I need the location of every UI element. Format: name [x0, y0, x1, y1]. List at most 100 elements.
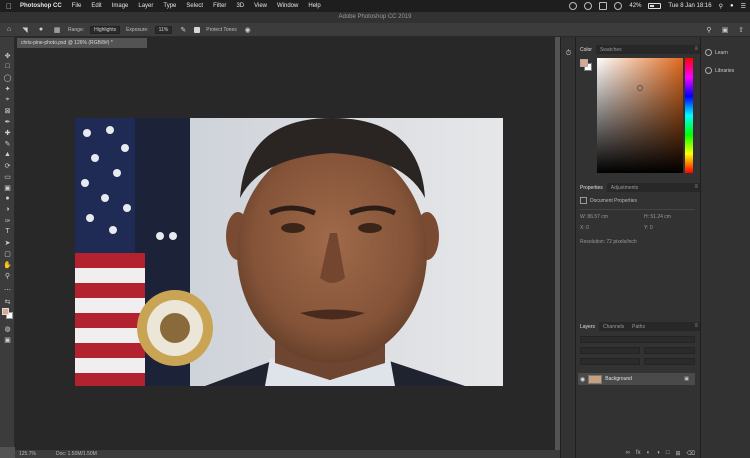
- share-icon[interactable]: ⇧: [736, 25, 746, 35]
- tab-swatches[interactable]: Swatches: [596, 45, 626, 54]
- height-value[interactable]: H: 51.24 cm: [644, 214, 671, 220]
- lasso-tool-icon[interactable]: ◯: [3, 73, 12, 82]
- x-value[interactable]: X: 0: [580, 225, 589, 231]
- crop-tool-icon[interactable]: ⌖: [3, 95, 12, 104]
- menu-window[interactable]: Window: [277, 3, 298, 9]
- tab-channels[interactable]: Channels: [599, 322, 628, 331]
- tab-properties[interactable]: Properties: [576, 183, 607, 192]
- screen-mode-icon[interactable]: ▣: [3, 335, 12, 344]
- search-icon[interactable]: ⚲: [704, 25, 714, 35]
- battery-icon[interactable]: [648, 3, 662, 9]
- tab-layers[interactable]: Layers: [576, 322, 600, 331]
- color-picker-field[interactable]: [597, 58, 683, 173]
- zoom-tool-icon[interactable]: ⚲: [3, 271, 12, 280]
- frame-tool-icon[interactable]: ⊠: [3, 106, 12, 115]
- history-panel-icon[interactable]: ⏱: [564, 49, 573, 58]
- range-select[interactable]: Highlights: [90, 25, 121, 34]
- eye-icon[interactable]: ◉: [580, 376, 585, 383]
- quick-mask-icon[interactable]: ◍: [3, 324, 12, 333]
- learn-panel-button[interactable]: Learn: [705, 49, 728, 56]
- menu-edit[interactable]: Edit: [91, 3, 101, 9]
- lock-icon[interactable]: ▣: [684, 376, 689, 382]
- workspace-icon[interactable]: ▣: [720, 25, 730, 35]
- menu-layer[interactable]: Layer: [138, 3, 153, 9]
- sync-icon[interactable]: [584, 2, 593, 10]
- history-brush-tool-icon[interactable]: ⟳: [3, 161, 12, 170]
- menu-3d[interactable]: 3D: [236, 3, 244, 9]
- pen-tool-icon[interactable]: ✑: [3, 216, 12, 225]
- pressure-icon[interactable]: ◉: [243, 25, 253, 35]
- more-tools-icon[interactable]: ⋯: [3, 285, 12, 294]
- search-icon[interactable]: ⚲: [719, 3, 723, 10]
- y-value[interactable]: Y: 0: [644, 225, 653, 231]
- layer-row-background[interactable]: ◉ Background ▣: [578, 373, 695, 385]
- swap-colors-icon[interactable]: ⇆: [3, 297, 12, 306]
- hand-tool-icon[interactable]: ✋: [3, 260, 12, 269]
- eyedropper-tool-icon[interactable]: ✒: [3, 117, 12, 126]
- exposure-input[interactable]: 11%: [154, 25, 173, 34]
- menu-help[interactable]: Help: [308, 3, 320, 9]
- color-foreground-swatch[interactable]: [580, 59, 588, 67]
- new-group-icon[interactable]: □: [666, 450, 670, 456]
- menu-type[interactable]: Type: [163, 3, 176, 9]
- fill-input[interactable]: [644, 358, 695, 365]
- clone-stamp-tool-icon[interactable]: ▲: [3, 150, 12, 159]
- menu-file[interactable]: File: [72, 3, 82, 9]
- document-canvas[interactable]: [75, 118, 503, 386]
- path-selection-tool-icon[interactable]: ➤: [3, 238, 12, 247]
- menu-app[interactable]: Photoshop CC: [20, 3, 62, 9]
- menu-image[interactable]: Image: [112, 3, 129, 9]
- menu-select[interactable]: Select: [186, 3, 203, 9]
- document-tab[interactable]: chris-pine-photo.psd @ 126% (RGB/8#) *: [17, 38, 147, 48]
- lock-row[interactable]: [580, 358, 640, 365]
- document-size[interactable]: Doc: 1.50M/1.50M: [56, 451, 97, 457]
- brush-settings-icon[interactable]: ▦: [52, 25, 62, 35]
- dodge-tool-preset-icon[interactable]: ◥: [20, 25, 30, 35]
- foreground-color-swatch[interactable]: [2, 308, 9, 315]
- document-icon: [580, 197, 587, 204]
- adjustment-layer-icon[interactable]: ◑: [656, 450, 660, 456]
- libraries-icon: [705, 67, 712, 74]
- protect-tones-checkbox[interactable]: [194, 26, 201, 33]
- healing-brush-tool-icon[interactable]: ✚: [3, 128, 12, 137]
- apple-icon[interactable]: : [4, 1, 14, 11]
- delete-layer-icon[interactable]: ⌫: [687, 450, 695, 457]
- libraries-panel-button[interactable]: Libraries: [705, 67, 734, 74]
- layer-filter-row[interactable]: [580, 336, 695, 343]
- layer-style-icon[interactable]: fx: [636, 450, 641, 456]
- cast-icon[interactable]: [599, 2, 608, 10]
- blur-tool-icon[interactable]: ●: [3, 194, 12, 203]
- type-tool-icon[interactable]: T: [3, 227, 12, 236]
- airbrush-icon[interactable]: ✎: [178, 25, 188, 35]
- opacity-input[interactable]: [644, 347, 695, 354]
- zoom-level[interactable]: 125.7%: [19, 451, 36, 457]
- blend-mode-select[interactable]: [580, 347, 640, 354]
- gradient-tool-icon[interactable]: ▣: [3, 183, 12, 192]
- brush-tool-icon[interactable]: ✎: [3, 139, 12, 148]
- clock[interactable]: Tue 8 Jan 18:16: [668, 3, 711, 9]
- tab-paths[interactable]: Paths: [628, 322, 649, 331]
- color-picker-marker[interactable]: [637, 85, 643, 91]
- link-layers-icon[interactable]: ∞: [626, 450, 630, 456]
- siri-icon[interactable]: ●: [730, 3, 734, 9]
- wifi-icon[interactable]: [614, 2, 623, 10]
- notification-center-icon[interactable]: ☰: [741, 3, 746, 10]
- marquee-tool-icon[interactable]: □: [3, 62, 12, 71]
- eraser-tool-icon[interactable]: ▭: [3, 172, 12, 181]
- menu-filter[interactable]: Filter: [213, 3, 226, 9]
- tab-color[interactable]: Color: [576, 45, 596, 54]
- dodge-tool-icon[interactable]: ◑: [3, 205, 12, 214]
- hue-slider[interactable]: [685, 58, 693, 173]
- tab-adjustments[interactable]: Adjustments: [607, 183, 643, 192]
- add-mask-icon[interactable]: ◐: [647, 450, 651, 456]
- layer-name[interactable]: Background: [605, 376, 632, 382]
- creative-cloud-icon[interactable]: [569, 2, 578, 10]
- new-layer-icon[interactable]: ⊞: [675, 450, 680, 457]
- width-value[interactable]: W: 86.57 cm: [580, 214, 608, 220]
- brush-preset-icon[interactable]: ●: [36, 25, 46, 35]
- move-tool-icon[interactable]: ✥: [3, 51, 12, 60]
- menu-view[interactable]: View: [254, 3, 267, 9]
- quick-selection-tool-icon[interactable]: ✦: [3, 84, 12, 93]
- home-icon[interactable]: ⌂: [4, 25, 14, 35]
- rectangle-tool-icon[interactable]: ▢: [3, 249, 12, 258]
